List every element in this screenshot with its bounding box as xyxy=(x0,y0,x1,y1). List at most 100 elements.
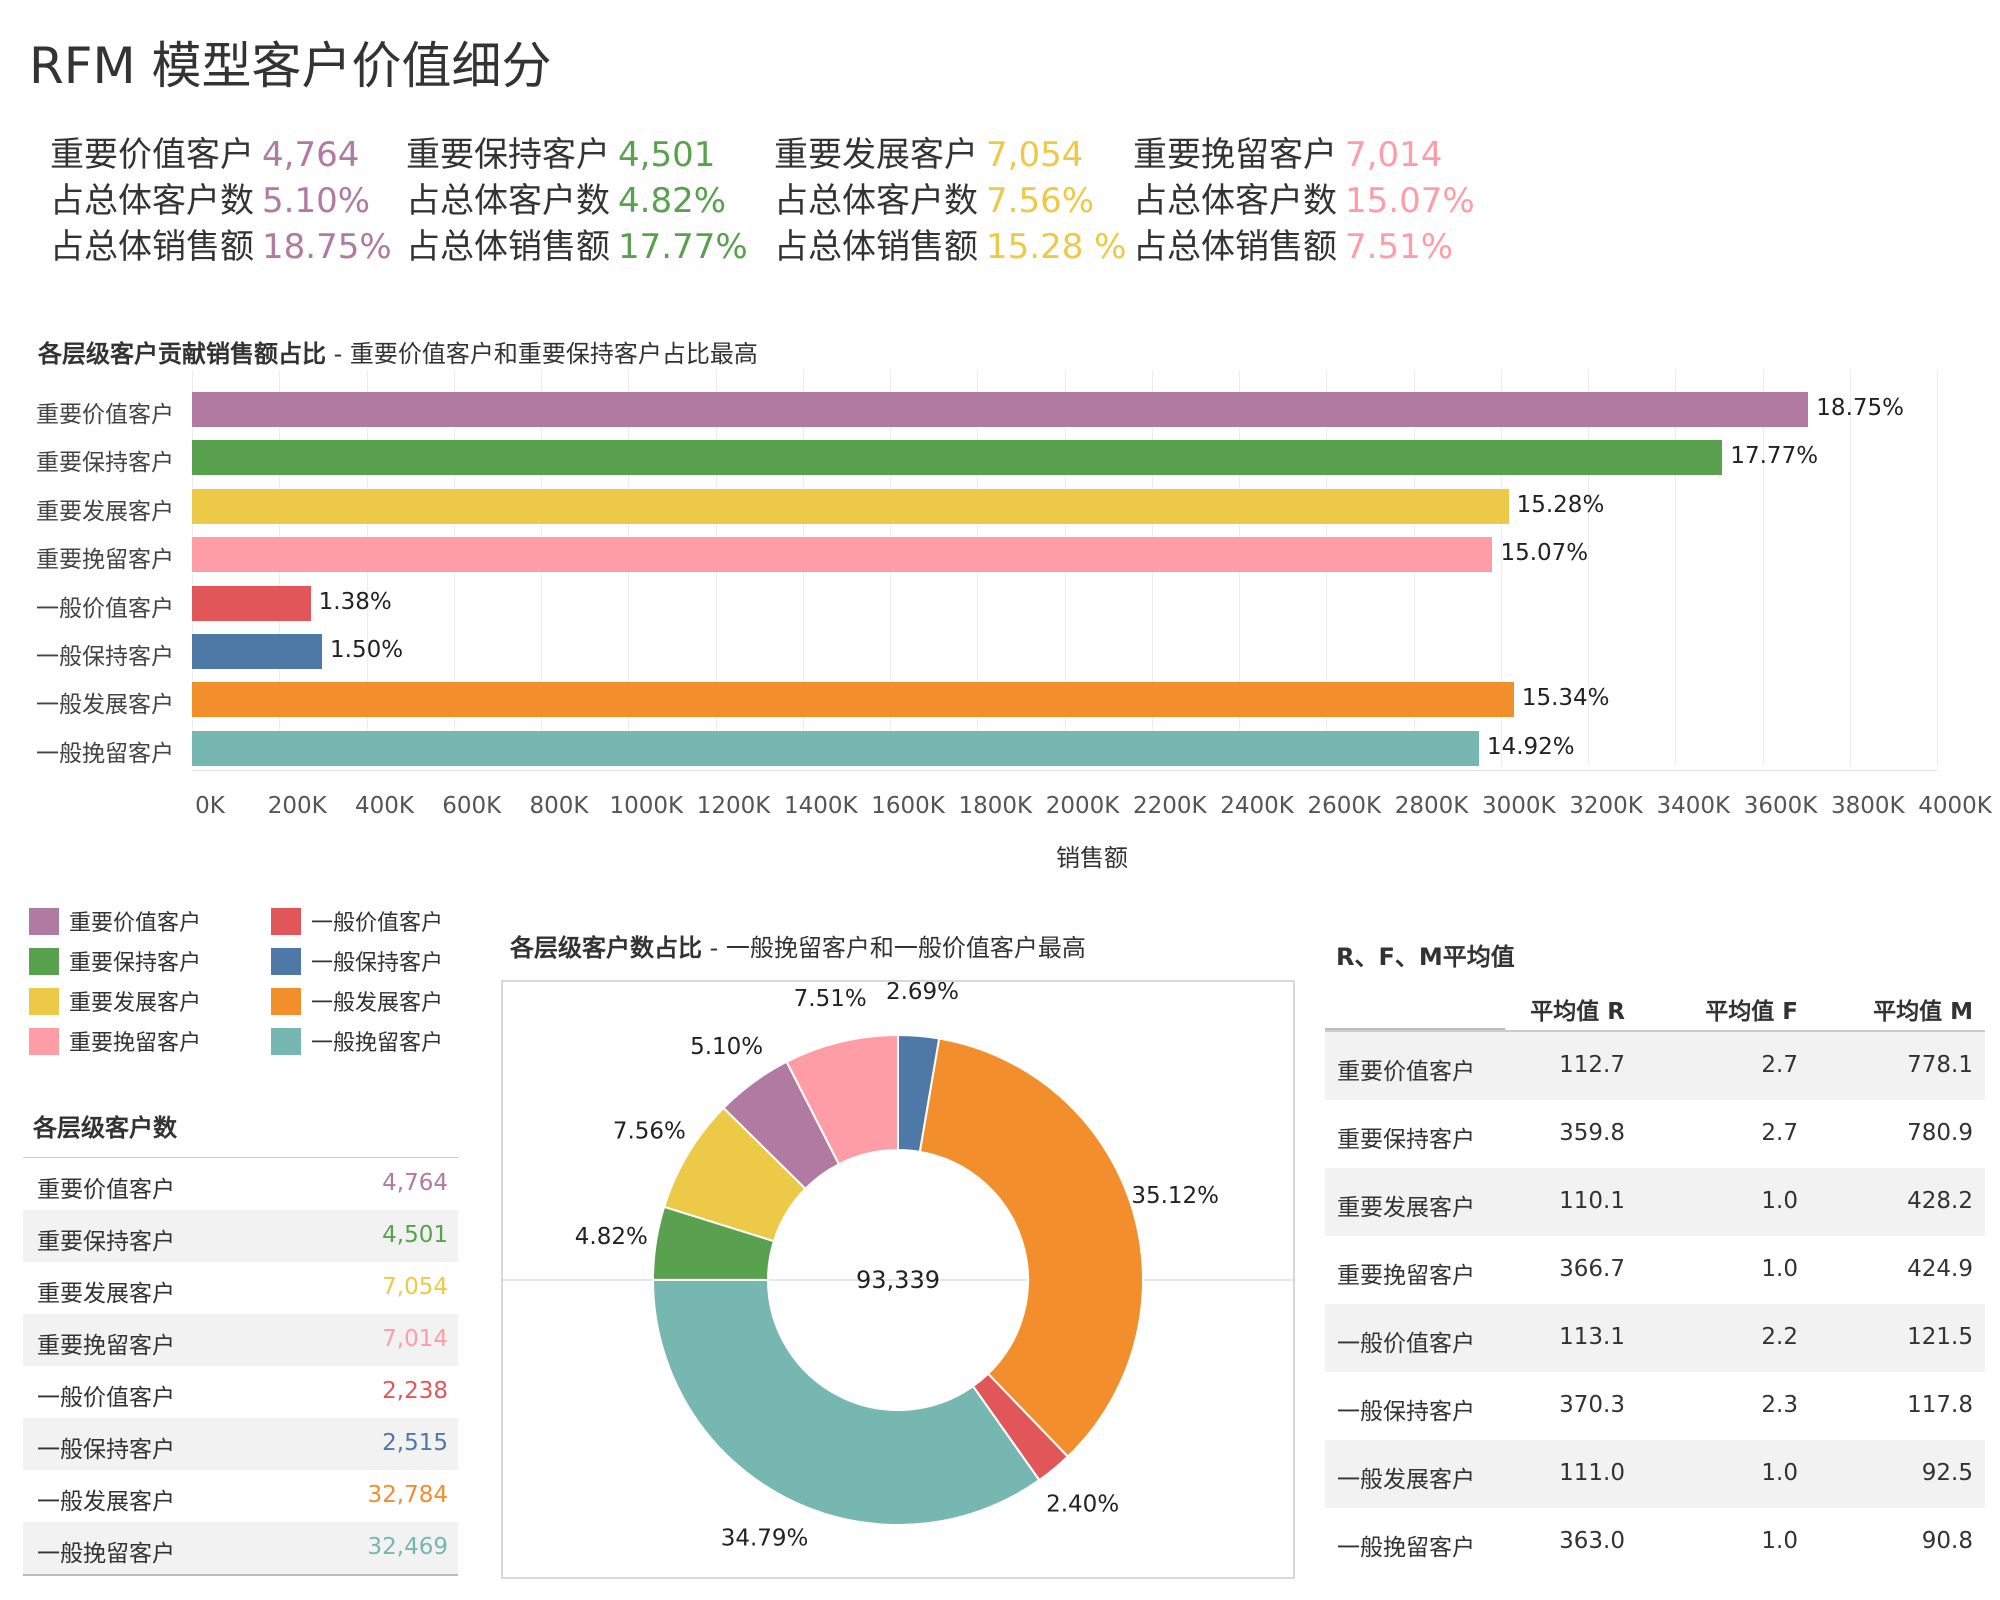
table-row: 一般发展客户 111.0 1.0 92.5 xyxy=(1325,1440,1985,1508)
legend-swatch xyxy=(271,947,301,975)
kpi-segment: 重要挽留客户 xyxy=(1133,135,1337,175)
legend-item[interactable]: 一般发展客户 xyxy=(271,985,443,1016)
avg-f: 2.7 xyxy=(1761,1052,1798,1078)
kpi-count: 7,054 xyxy=(986,135,1084,175)
category-label: 重要挽留客户 xyxy=(36,547,174,574)
bar-chart-title-bold: 各层级客户贡献销售额占比 xyxy=(38,340,326,368)
donut-chart-title-bold: 各层级客户数占比 xyxy=(510,934,702,962)
gridline xyxy=(1675,370,1677,765)
kpi-block-important-keep: 重要保持客户 4,501 占总体客户数 4.82% 占总体销售额 17.77% xyxy=(406,132,748,270)
x-tick-label: 1400K xyxy=(783,793,858,819)
avg-f: 1.0 xyxy=(1761,1528,1798,1554)
avg-r: 113.1 xyxy=(1559,1324,1625,1350)
legend-item[interactable]: 重要挽留客户 xyxy=(29,1025,201,1056)
legend-item[interactable]: 重要保持客户 xyxy=(29,945,202,976)
kpi-share: 15.07% xyxy=(1345,181,1475,221)
legend-item[interactable]: 一般保持客户 xyxy=(271,945,443,976)
x-axis-line xyxy=(192,770,1937,771)
bar[interactable] xyxy=(192,682,1514,718)
x-tick-label: 4000K xyxy=(1918,793,1992,819)
x-tick-label: 600K xyxy=(442,793,502,819)
bar-data-label: 17.77% xyxy=(1730,443,1819,470)
donut-slice-label: 35.12% xyxy=(1131,1183,1219,1209)
avg-m: 121.5 xyxy=(1907,1324,1973,1350)
donut-slice-label: 2.69% xyxy=(886,982,959,1005)
donut-slice-label: 4.82% xyxy=(575,1224,648,1250)
row-value: 2,515 xyxy=(382,1430,448,1456)
bar-data-label: 14.92% xyxy=(1486,733,1575,760)
table-row: 一般保持客户 370.3 2.3 117.8 xyxy=(1325,1372,1985,1440)
avg-r: 111.0 xyxy=(1559,1460,1625,1486)
table-row: 重要挽留客户 366.7 1.0 424.9 xyxy=(1325,1236,1985,1304)
avg-f: 1.0 xyxy=(1761,1256,1798,1282)
kpi-sales-label: 占总体销售额 xyxy=(406,227,610,267)
table-row: 重要价值客户 112.7 2.7 778.1 xyxy=(1325,1032,1985,1100)
table-row: 重要保持客户 359.8 2.7 780.9 xyxy=(1325,1100,1985,1168)
row-value: 4,764 xyxy=(382,1170,448,1196)
kpi-share-label: 占总体客户数 xyxy=(50,181,254,221)
table-row: 重要发展客户 7,054 xyxy=(23,1262,458,1314)
x-tick-label: 400K xyxy=(355,793,414,819)
avg-r: 363.0 xyxy=(1559,1528,1625,1554)
avg-m: 424.9 xyxy=(1907,1256,1973,1282)
kpi-count: 7,014 xyxy=(1345,135,1443,175)
bar[interactable] xyxy=(192,488,1509,524)
x-tick-label: 2600K xyxy=(1307,793,1382,819)
avg-m: 428.2 xyxy=(1907,1188,1973,1214)
x-tick-label: 2800K xyxy=(1394,793,1469,819)
avg-r: 370.3 xyxy=(1559,1392,1625,1418)
avg-f: 2.3 xyxy=(1761,1392,1798,1418)
x-tick-label: 2400K xyxy=(1220,793,1294,819)
avg-f: 1.0 xyxy=(1761,1460,1798,1486)
x-axis-title: 销售额 xyxy=(1056,844,1128,872)
x-tick-label: 1200K xyxy=(696,793,771,819)
kpi-share-label: 占总体客户数 xyxy=(774,181,978,221)
table-row: 重要挽留客户 7,014 xyxy=(23,1314,458,1366)
bar-data-label: 1.38% xyxy=(318,588,392,615)
bar[interactable] xyxy=(192,392,1809,427)
legend-label: 一般价值客户 xyxy=(311,911,444,936)
row-label: 一般保持客户 xyxy=(37,1437,175,1463)
row-value: 2,238 xyxy=(382,1378,448,1404)
legend-swatch xyxy=(271,1027,301,1055)
bar-data-label: 15.28% xyxy=(1516,491,1605,518)
legend-item[interactable]: 一般挽留客户 xyxy=(271,1025,443,1056)
kpi-sales-label: 占总体销售额 xyxy=(50,227,254,267)
legend-label: 重要发展客户 xyxy=(69,991,202,1016)
kpi-share: 7.56% xyxy=(986,181,1095,221)
row-label: 一般挽留客户 xyxy=(37,1541,175,1567)
legend-item[interactable]: 重要发展客户 xyxy=(29,985,202,1016)
avg-m: 90.8 xyxy=(1921,1528,1973,1554)
row-value: 7,014 xyxy=(382,1326,448,1352)
row-label: 一般价值客户 xyxy=(37,1385,175,1411)
gridline xyxy=(1762,370,1764,765)
category-label: 重要发展客户 xyxy=(36,498,174,525)
x-tick-label: 1600K xyxy=(871,793,945,819)
bar[interactable] xyxy=(192,585,311,621)
bar[interactable] xyxy=(192,440,1723,476)
legend-item[interactable]: 一般价值客户 xyxy=(271,905,444,936)
legend-item[interactable]: 重要价值客户 xyxy=(29,905,201,936)
bar[interactable] xyxy=(192,537,1493,573)
table-row: 一般挽留客户 32,469 xyxy=(23,1522,458,1574)
rfm-table-header: 平均值 R 平均值 F 平均值 M xyxy=(1325,990,1985,1030)
donut-slice[interactable] xyxy=(918,1037,1144,1459)
donut-center-total: 93,339 xyxy=(856,1266,940,1294)
kpi-block-important-retain: 重要挽留客户 7,014 占总体客户数 15.07% 占总体销售额 7.51% xyxy=(1133,132,1475,270)
kpi-count: 4,764 xyxy=(262,135,360,175)
row-value: 7,054 xyxy=(382,1274,448,1300)
rfm-header-divider xyxy=(1325,1028,1505,1030)
x-tick-label: 3000K xyxy=(1481,793,1556,819)
avg-r: 112.7 xyxy=(1559,1052,1625,1078)
x-tick-label: 800K xyxy=(529,793,589,819)
bar[interactable] xyxy=(192,634,322,669)
gridline xyxy=(1937,370,1938,765)
sales-bar-chart: 0K 200K 400K 600K 800K 1000K 1200K 1400K 1600K 18… xyxy=(0,370,2000,872)
row-label: 重要保持客户 xyxy=(37,1229,175,1255)
kpi-share: 5.10% xyxy=(262,181,371,221)
donut-slice[interactable] xyxy=(651,1278,1041,1526)
row-label: 一般保持客户 xyxy=(1337,1399,1475,1425)
bar[interactable] xyxy=(192,730,1479,766)
avg-r: 359.8 xyxy=(1559,1120,1625,1146)
legend-label: 重要保持客户 xyxy=(69,951,202,976)
